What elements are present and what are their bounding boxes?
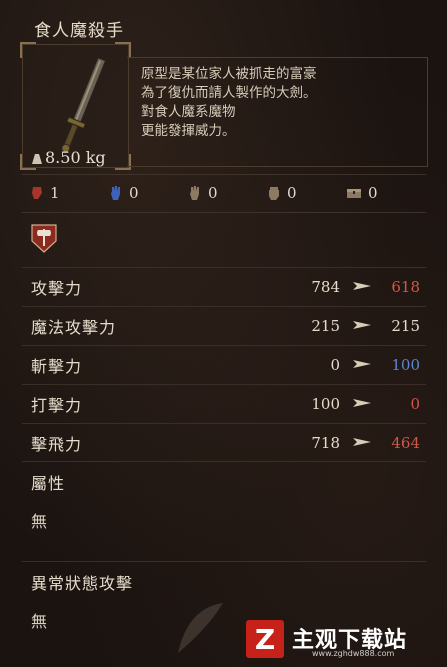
stat-magic: 0	[109, 184, 188, 202]
stat-strength: 1	[30, 184, 109, 202]
stat-row-knockdown: 擊飛力 718 464	[22, 423, 426, 462]
chest-icon	[347, 189, 361, 198]
weight-value: 8.50 kg	[45, 148, 106, 167]
stat-row-slash: 斬擊力 0 100	[22, 345, 426, 384]
fist-icon	[269, 187, 279, 200]
stat-chest: 0	[346, 184, 425, 202]
arrow-right-icon	[353, 282, 371, 290]
description-line: 更能發揮威力。	[141, 123, 236, 139]
description-line: 為了復仇而請人製作的大劍。	[141, 85, 317, 101]
divider	[22, 212, 426, 213]
arrow-right-icon	[353, 399, 371, 407]
item-description: 原型是某位家人被抓走的富豪 為了復仇而請人製作的大劍。 對食人魔系魔物 更能發揮…	[141, 65, 411, 141]
watermark-logo: Z	[246, 620, 284, 658]
item-weight: 8.50 kg	[32, 148, 106, 167]
divider	[22, 174, 426, 175]
stat-row-strike: 打擊力 100 0	[22, 384, 426, 423]
equip-requirements-row: 1 0 0 0 0	[30, 180, 425, 206]
stat-row-magic-attack: 魔法攻擊力 215 215	[22, 306, 426, 345]
arrow-right-icon	[353, 360, 371, 368]
arrow-right-icon	[353, 438, 371, 446]
watermark-url: www.zghdw888.com	[312, 649, 395, 658]
strength-icon	[32, 187, 42, 199]
axe-shield-emblem-icon	[31, 224, 57, 253]
magic-hand-icon	[111, 186, 120, 200]
stat-row-attack: 攻擊力 784 618	[22, 267, 426, 306]
attribute-heading: 屬性	[31, 474, 66, 493]
weight-icon	[32, 154, 42, 164]
item-name: 食人魔殺手	[34, 21, 124, 41]
greatsword-icon	[61, 57, 107, 153]
watermark-leaf-icon	[178, 603, 223, 653]
description-line: 原型是某位家人被抓走的富豪	[141, 66, 317, 82]
item-detail-panel: 食人魔殺手 8.50 kg 原型是某位家人被抓走的富豪 為了復仇而請人製作的大劍…	[0, 0, 447, 667]
attribute-section: 屬性 無	[22, 461, 426, 562]
attack-stats-table: 攻擊力 784 618 魔法攻擊力 215 215 斬擊力 0 100 打擊力 …	[22, 267, 426, 462]
status-effect-value: 無	[31, 612, 48, 631]
dexterity-hand-icon	[190, 186, 199, 200]
stat-dexterity: 0	[188, 184, 267, 202]
arrow-right-icon	[353, 321, 371, 329]
attribute-value: 無	[31, 512, 48, 531]
description-line: 對食人魔系魔物	[141, 104, 236, 120]
status-effect-heading: 異常狀態攻擊	[31, 574, 134, 593]
stat-fist: 0	[267, 184, 346, 202]
